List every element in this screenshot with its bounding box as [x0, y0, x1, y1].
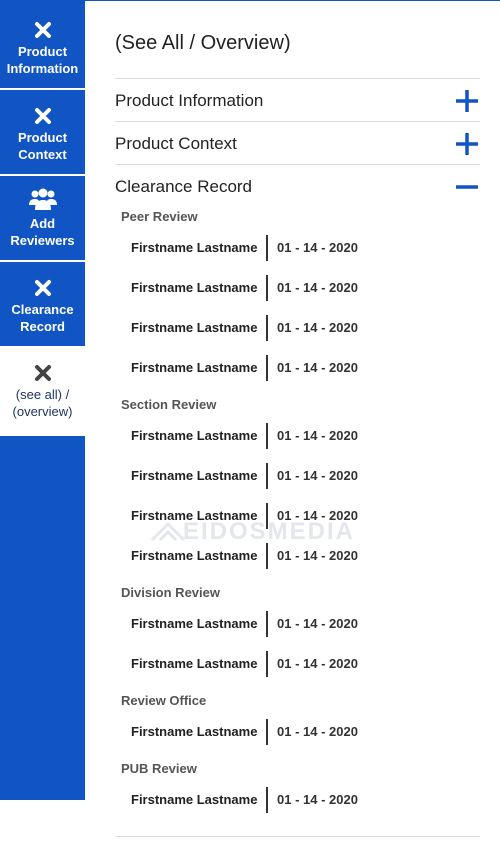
sidebar-item-add-reviewers[interactable]: Add Reviewers: [0, 176, 85, 262]
reviewer-name: Firstname Lastname: [131, 280, 258, 295]
divider: [266, 651, 268, 677]
sidebar-item-label: Add Reviewers: [10, 216, 75, 248]
review-group-title: Section Review: [121, 397, 217, 412]
section-label: Clearance Record: [115, 177, 253, 196]
divider: [266, 275, 268, 301]
reviewer-row: Firstname Lastname 01 - 14 - 2020: [131, 651, 461, 677]
sidebar-item-product-information[interactable]: Product Information: [0, 0, 85, 90]
close-icon: [34, 106, 52, 126]
reviewer-row: Firstname Lastname 01 - 14 - 2020: [131, 275, 461, 301]
people-icon: [28, 188, 58, 212]
reviewer-name: Firstname Lastname: [131, 656, 258, 671]
sidebar-item-label: Product Information: [6, 44, 79, 76]
section-label: Product Information: [115, 91, 264, 110]
divider: [266, 787, 268, 813]
plus-icon[interactable]: [454, 131, 480, 157]
review-date: 01 - 14 - 2020: [277, 320, 358, 335]
review-date: 01 - 14 - 2020: [277, 360, 358, 375]
section-product-context[interactable]: Product Context: [115, 121, 480, 164]
reviewer-name: Firstname Lastname: [131, 360, 258, 375]
review-date: 01 - 14 - 2020: [277, 280, 358, 295]
review-date: 01 - 14 - 2020: [277, 792, 358, 807]
section-label: Product Context: [115, 134, 237, 153]
divider: [266, 463, 268, 489]
close-icon: [34, 363, 52, 383]
reviewer-row: Firstname Lastname 01 - 14 - 2020: [131, 423, 461, 449]
reviewer-name: Firstname Lastname: [131, 724, 258, 739]
reviewer-row: Firstname Lastname 01 - 14 - 2020: [131, 463, 461, 489]
divider: [115, 836, 480, 837]
review-group-title: Review Office: [121, 693, 207, 708]
reviewer-name: Firstname Lastname: [131, 320, 258, 335]
reviewer-name: Firstname Lastname: [131, 468, 258, 483]
sidebar: Product Information Product Context Add Rev…: [0, 0, 85, 800]
reviewer-row: Firstname Lastname 01 - 14 - 2020: [131, 355, 461, 381]
review-date: 01 - 14 - 2020: [277, 468, 358, 483]
reviewer-row: Firstname Lastname 01 - 14 - 2020: [131, 503, 461, 529]
review-group-title: PUB Review: [121, 761, 197, 776]
sidebar-item-see-all-overview[interactable]: (see all) / (overview): [0, 347, 85, 436]
divider: [266, 611, 268, 637]
reviewer-row: Firstname Lastname 01 - 14 - 2020: [131, 315, 461, 341]
close-icon: [34, 20, 52, 40]
review-date: 01 - 14 - 2020: [277, 616, 358, 631]
reviewer-row: Firstname Lastname 01 - 14 - 2020: [131, 787, 461, 813]
close-icon: [34, 278, 52, 298]
sidebar-item-label: Clearance Record: [11, 302, 74, 334]
sidebar-item-clearance-record[interactable]: Clearance Record: [0, 262, 85, 348]
reviewer-name: Firstname Lastname: [131, 428, 258, 443]
sidebar-item-product-context[interactable]: Product Context: [0, 90, 85, 176]
divider: [266, 235, 268, 261]
reviewer-name: Firstname Lastname: [131, 508, 258, 523]
divider: [266, 543, 268, 569]
reviewer-name: Firstname Lastname: [131, 240, 258, 255]
section-clearance-record[interactable]: Clearance Record: [115, 164, 480, 207]
reviewer-row: Firstname Lastname 01 - 14 - 2020: [131, 611, 461, 637]
top-border: [85, 0, 500, 1]
minus-icon[interactable]: [454, 174, 480, 200]
review-date: 01 - 14 - 2020: [277, 656, 358, 671]
review-group-title: Division Review: [121, 585, 220, 600]
sidebar-item-label: Product Context: [17, 130, 68, 162]
reviewer-name: Firstname Lastname: [131, 792, 258, 807]
divider: [266, 719, 268, 745]
reviewer-row: Firstname Lastname 01 - 14 - 2020: [131, 543, 461, 569]
plus-icon[interactable]: [454, 88, 480, 114]
reviewer-name: Firstname Lastname: [131, 616, 258, 631]
review-date: 01 - 14 - 2020: [277, 724, 358, 739]
review-date: 01 - 14 - 2020: [277, 428, 358, 443]
review-date: 01 - 14 - 2020: [277, 508, 358, 523]
review-date: 01 - 14 - 2020: [277, 240, 358, 255]
reviewer-row: Firstname Lastname 01 - 14 - 2020: [131, 235, 461, 261]
sidebar-item-label: (see all) / (overview): [12, 387, 73, 419]
reviewer-row: Firstname Lastname 01 - 14 - 2020: [131, 719, 461, 745]
divider: [266, 315, 268, 341]
section-product-information[interactable]: Product Information: [115, 78, 480, 121]
review-group-title: Peer Review: [121, 209, 198, 224]
page-title: (See All / Overview): [115, 32, 291, 54]
divider: [266, 355, 268, 381]
divider: [266, 503, 268, 529]
divider: [266, 423, 268, 449]
reviewer-name: Firstname Lastname: [131, 548, 258, 563]
review-date: 01 - 14 - 2020: [277, 548, 358, 563]
